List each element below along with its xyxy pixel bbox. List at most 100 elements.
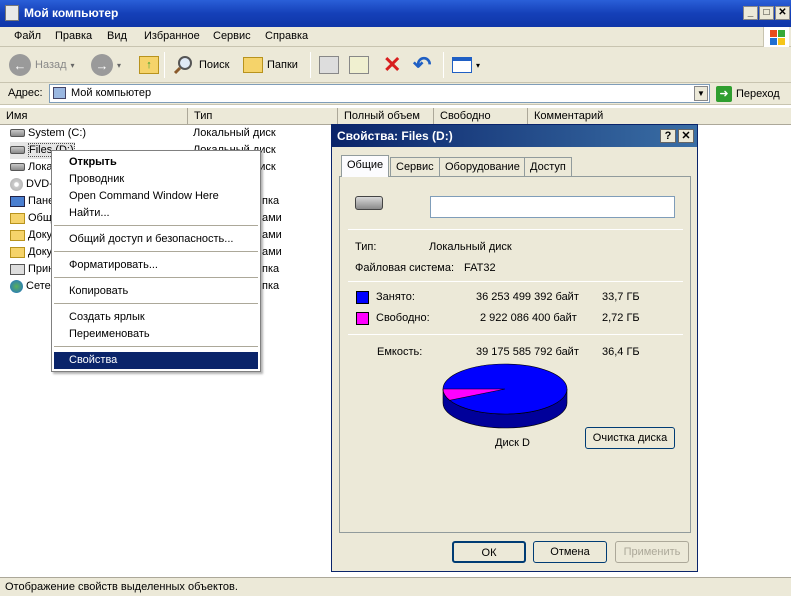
dialog-title: Свойства: Files (D:) — [337, 129, 453, 143]
address-dropdown-button[interactable]: ▼ — [694, 86, 708, 101]
menu-file[interactable]: Файл — [14, 30, 41, 42]
volume-label-input[interactable] — [430, 196, 675, 218]
toolbar: ← Назад ▾ → ▾ ↑ Поиск Папки ✕ ↶ ▾ — [0, 47, 791, 83]
tab-general[interactable]: Общие — [341, 155, 390, 177]
cancel-button[interactable]: Отмена — [533, 541, 607, 563]
properties-dialog: Свойства: Files (D:) ? ✕ Общие Сервис Об… — [331, 124, 698, 572]
list-item[interactable]: Общ — [10, 210, 52, 227]
menu-item-create-shortcut[interactable]: Создать ярлык — [54, 309, 258, 326]
forward-button[interactable]: → ▾ — [88, 53, 124, 77]
tab-sharing[interactable]: Доступ — [524, 157, 572, 176]
move-to-button[interactable] — [316, 53, 342, 77]
list-item[interactable]: Доку — [10, 244, 52, 261]
list-item[interactable]: Сете — [10, 278, 51, 295]
free-gb: 2,72 ГБ — [602, 312, 640, 324]
dialog-title-bar: Свойства: Files (D:) ? ✕ — [332, 125, 697, 147]
item-name: DVD- — [26, 178, 53, 190]
menu-item-properties[interactable]: Свойства — [54, 352, 258, 369]
item-type: Локальный диск — [193, 127, 276, 139]
menu-view[interactable]: Вид — [107, 30, 127, 42]
free-color-swatch — [356, 312, 369, 325]
item-type-fragment: ами — [262, 246, 282, 258]
filesystem-value: FAT32 — [464, 262, 496, 274]
menu-separator — [54, 277, 258, 278]
list-item[interactable]: Пане — [10, 193, 54, 210]
item-type-fragment: пка — [262, 280, 280, 292]
windows-logo-icon — [763, 27, 789, 47]
undo-button[interactable]: ↶ — [410, 52, 434, 77]
maximize-button[interactable]: □ — [759, 6, 774, 20]
menu-favorites[interactable]: Избранное — [144, 30, 200, 42]
window-title: Мой компьютер — [24, 6, 119, 20]
column-total-size[interactable]: Полный объем — [338, 108, 434, 125]
list-item[interactable]: DVD- — [10, 176, 53, 193]
item-name: Сете — [26, 280, 51, 292]
list-item[interactable]: Лока — [10, 159, 53, 176]
menu-item-copy[interactable]: Копировать — [54, 283, 258, 300]
menu-item-explorer[interactable]: Проводник — [54, 171, 258, 188]
divider — [348, 281, 683, 282]
list-item[interactable]: Прин — [10, 261, 54, 278]
tab-hardware[interactable]: Оборудование — [439, 157, 526, 176]
menu-item-cmd-window[interactable]: Open Command Window Here — [54, 188, 258, 205]
disk-cleanup-button[interactable]: Очистка диска — [585, 427, 675, 449]
menu-edit[interactable]: Правка — [55, 30, 92, 42]
used-label: Занято: — [376, 291, 415, 303]
tab-tools[interactable]: Сервис — [390, 157, 440, 176]
menu-item-find[interactable]: Найти... — [54, 205, 258, 222]
search-label: Поиск — [199, 59, 230, 71]
folders-button[interactable]: Папки — [240, 53, 301, 77]
move-to-icon — [319, 56, 339, 74]
chevron-down-icon: ▾ — [117, 60, 122, 70]
menu-item-open[interactable]: Открыть — [54, 154, 258, 171]
column-type[interactable]: Тип — [188, 108, 338, 125]
column-comment[interactable]: Комментарий — [528, 108, 791, 125]
control-panel-icon — [10, 195, 25, 207]
menu-item-format[interactable]: Форматировать... — [54, 257, 258, 274]
hard-drive-icon — [10, 146, 25, 155]
go-button[interactable]: ➜ Переход — [716, 84, 790, 103]
search-button[interactable]: Поиск — [170, 53, 232, 77]
views-icon — [452, 57, 472, 73]
computer-icon — [5, 5, 19, 21]
delete-button[interactable]: ✕ — [380, 52, 404, 77]
go-label: Переход — [736, 87, 780, 100]
search-icon — [173, 56, 192, 75]
disk-label: Диск D — [495, 437, 530, 449]
context-menu: Открыть Проводник Open Command Window He… — [51, 150, 261, 372]
menu-item-sharing[interactable]: Общий доступ и безопасность... — [54, 231, 258, 248]
undo-icon: ↶ — [413, 52, 432, 77]
menu-item-rename[interactable]: Переименовать — [54, 326, 258, 343]
ok-button[interactable]: ОК — [452, 541, 526, 563]
column-free[interactable]: Свободно — [434, 108, 528, 125]
views-button[interactable]: ▾ — [449, 53, 483, 77]
filesystem-label: Файловая система: — [355, 262, 455, 274]
back-button[interactable]: ← Назад ▾ — [6, 53, 78, 77]
close-button[interactable]: ✕ — [775, 6, 790, 20]
list-item[interactable]: System (C:) — [10, 125, 86, 142]
address-value: Мой компьютер — [71, 87, 152, 99]
up-folder-button[interactable]: ↑ — [136, 53, 162, 77]
copy-to-button[interactable] — [346, 53, 372, 77]
dialog-close-button[interactable]: ✕ — [678, 129, 694, 143]
list-item[interactable]: Доку — [10, 227, 52, 244]
item-name: Общ — [28, 212, 52, 224]
minimize-button[interactable]: _ — [743, 6, 758, 20]
folders-icon — [243, 57, 263, 73]
up-folder-icon: ↑ — [139, 56, 159, 74]
menu-help[interactable]: Справка — [265, 30, 308, 42]
menu-tools[interactable]: Сервис — [213, 30, 251, 42]
apply-button[interactable]: Применить — [615, 541, 689, 563]
capacity-gb: 36,4 ГБ — [602, 346, 640, 358]
address-input[interactable]: Мой компьютер ▼ — [49, 84, 710, 103]
menu-separator — [54, 251, 258, 252]
address-label: Адрес: — [8, 87, 43, 99]
menu-separator — [54, 346, 258, 347]
used-color-swatch — [356, 291, 369, 304]
capacity-label: Емкость: — [377, 346, 423, 358]
divider — [348, 334, 683, 335]
column-name[interactable]: Имя — [0, 108, 188, 125]
free-bytes: 2 922 086 400 байт — [480, 312, 577, 324]
cd-drive-icon — [10, 177, 23, 191]
help-button[interactable]: ? — [660, 129, 676, 143]
